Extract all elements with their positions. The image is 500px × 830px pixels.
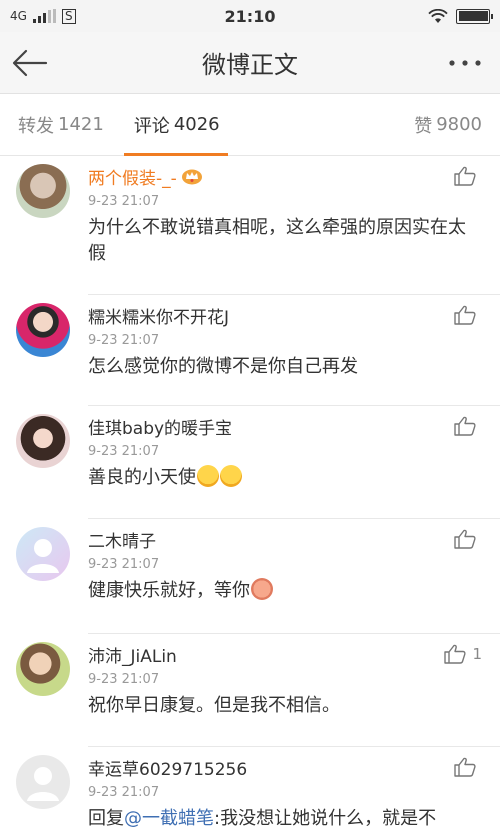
comment-text: 怎么感觉你的微博不是你自己再发 — [88, 356, 358, 377]
comment-time: 9-23 21:07 — [88, 557, 160, 572]
like-button[interactable] — [454, 166, 482, 186]
comment-list: 两个假装-_- 9-23 21:07 为什么不敢说错真相呢，这么牵强的原因实在太… — [0, 156, 500, 830]
signal-icon — [32, 9, 56, 23]
tab-comment[interactable]: 评论 4026 — [123, 94, 228, 156]
mention-link[interactable]: @一截蜡笔 — [124, 808, 214, 829]
tab-like-count: 9800 — [436, 114, 482, 135]
status-right — [428, 8, 493, 24]
back-button[interactable] — [0, 32, 60, 94]
like-button[interactable] — [454, 529, 482, 549]
comment-item[interactable]: 沛沛_JiALin 9-23 21:07 祝你早日康复。但是我不相信。 1 — [0, 634, 500, 746]
avatar[interactable] — [16, 527, 70, 581]
like-button[interactable] — [454, 416, 482, 436]
arrow-left-icon — [12, 49, 48, 76]
avatar[interactable] — [16, 414, 70, 468]
comment-text: 回复@一截蜡笔:我没想让她说什么，就是不 — [88, 806, 482, 830]
comment-text: 祝你早日康复。但是我不相信。 — [88, 695, 340, 716]
author-name: 佳琪baby的暖手宝 — [88, 418, 233, 439]
reply-text: :我没想让她说什么，就是不 — [214, 808, 437, 829]
tab-comment-count: 4026 — [173, 114, 220, 135]
comment-item[interactable]: 二木晴子 9-23 21:07 健康快乐就好，等你 — [0, 519, 500, 633]
comment-text: 健康快乐就好，等你 — [88, 578, 482, 604]
comment-text-content: 健康快乐就好，等你 — [88, 580, 250, 601]
comment-time: 9-23 21:07 — [88, 672, 160, 687]
tab-repost[interactable]: 转发 1421 — [18, 94, 104, 156]
status-left: 4G S — [10, 8, 76, 24]
comment-time: 9-23 21:07 — [88, 785, 160, 800]
comment-author[interactable]: 佳琪baby的暖手宝 — [88, 412, 482, 440]
tab-repost-count: 1421 — [58, 114, 104, 135]
thumbs-up-icon — [454, 166, 476, 186]
comment-item[interactable]: 佳琪baby的暖手宝 9-23 21:07 善良的小天使 — [0, 406, 500, 518]
tab-bar: 转发 1421 评论 4026 赞 9800 — [0, 94, 500, 156]
page-title: 微博正文 — [202, 51, 298, 79]
comment-item[interactable]: 幸运草6029715256 9-23 21:07 回复@一截蜡笔:我没想让她说什… — [0, 747, 500, 830]
comment-item[interactable]: 糯米糯米你不开花J 9-23 21:07 怎么感觉你的微博不是你自己再发 — [0, 295, 500, 405]
author-name: 糯米糯米你不开花J — [88, 307, 230, 328]
reply-prefix: 回复 — [88, 808, 124, 829]
thumbs-up-icon — [454, 529, 476, 549]
comment-author[interactable]: 糯米糯米你不开花J — [88, 301, 482, 329]
comment-text: 为什么不敢说错真相呢，这么牵强的原因实在太假 — [88, 217, 466, 264]
comment-time: 9-23 21:07 — [88, 333, 160, 348]
like-button[interactable]: 1 — [444, 644, 482, 664]
avatar[interactable] — [16, 642, 70, 696]
more-dots-icon — [449, 59, 481, 66]
more-button[interactable] — [430, 32, 500, 94]
avatar[interactable] — [16, 755, 70, 809]
thumbs-up-icon — [454, 757, 476, 777]
crying-emoji-icon — [220, 465, 242, 487]
comment-text: 善良的小天使 — [88, 465, 482, 491]
like-button[interactable] — [454, 305, 482, 325]
author-name: 沛沛_JiALin — [88, 646, 177, 667]
comment-time: 9-23 21:07 — [88, 194, 160, 209]
tab-repost-label: 转发 — [18, 115, 54, 137]
tab-comment-label: 评论 — [133, 115, 170, 137]
comment-author[interactable]: 二木晴子 — [88, 525, 482, 553]
comment-author[interactable]: 幸运草6029715256 — [88, 753, 482, 781]
avatar[interactable] — [16, 164, 70, 218]
wifi-icon — [428, 8, 448, 23]
nav-bar: 微博正文 — [0, 32, 500, 94]
default-avatar-icon — [27, 539, 59, 573]
tab-like[interactable]: 赞 9800 — [414, 94, 482, 156]
comment-time: 9-23 21:07 — [88, 444, 160, 459]
network-label: 4G — [10, 9, 27, 23]
comment-author[interactable]: 两个假装-_- — [88, 162, 482, 190]
like-count: 1 — [472, 645, 482, 663]
default-avatar-icon — [27, 767, 59, 801]
thumbs-up-icon — [444, 644, 467, 664]
author-name: 幸运草6029715256 — [88, 759, 248, 780]
like-button[interactable] — [454, 757, 482, 777]
pig-emoji-icon — [251, 578, 273, 600]
battery-icon — [456, 8, 493, 24]
status-bar: 4G S 21:10 — [0, 0, 500, 32]
thumbs-up-icon — [454, 416, 476, 436]
author-name: 二木晴子 — [88, 531, 156, 552]
avatar[interactable] — [16, 303, 70, 357]
comment-text-content: 善良的小天使 — [88, 467, 196, 488]
sim-icon: S — [61, 8, 76, 24]
crying-emoji-icon — [197, 465, 219, 487]
thumbs-up-icon — [454, 305, 476, 325]
tab-like-label: 赞 — [414, 115, 433, 137]
crown-badge-icon — [181, 169, 202, 185]
author-name: 两个假装-_- — [88, 168, 177, 189]
comment-item[interactable]: 两个假装-_- 9-23 21:07 为什么不敢说错真相呢，这么牵强的原因实在太… — [0, 156, 500, 294]
comment-author[interactable]: 沛沛_JiALin — [88, 640, 482, 668]
